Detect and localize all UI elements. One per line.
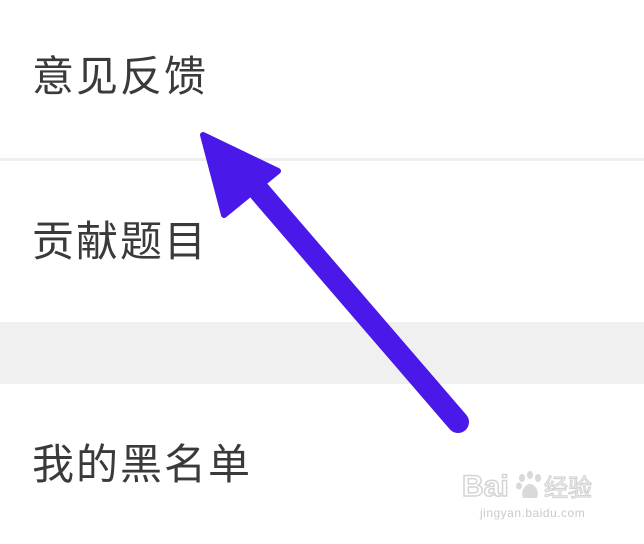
menu-item-blacklist[interactable]: 我的黑名单: [0, 384, 644, 544]
menu-item-label: 我的黑名单: [32, 440, 253, 489]
menu-item-contribute-question[interactable]: 贡献题目: [0, 161, 644, 322]
settings-screen: 意见反馈 贡献题目 我的黑名单 Bai 经验 jingyan.baidu.com: [0, 0, 644, 544]
menu-item-feedback[interactable]: 意见反馈: [0, 0, 644, 158]
section-gap: [0, 322, 644, 384]
menu-item-label: 贡献题目: [32, 217, 209, 266]
menu-item-label: 意见反馈: [32, 52, 209, 101]
